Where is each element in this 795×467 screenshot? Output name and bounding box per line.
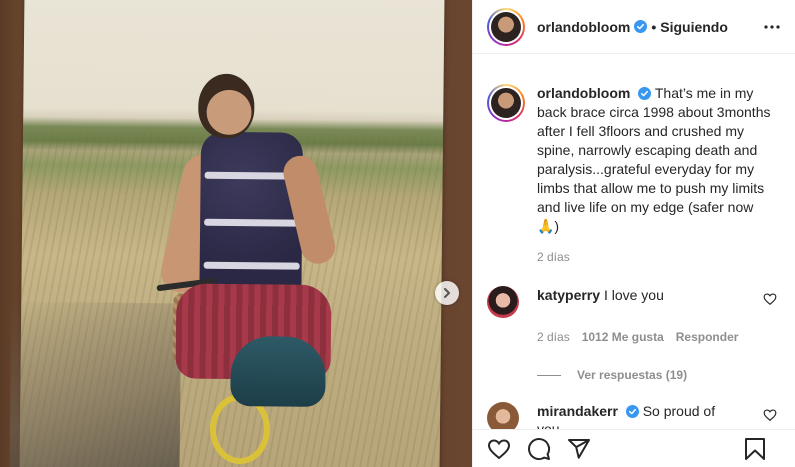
- next-photo-button[interactable]: [435, 281, 459, 305]
- share-button[interactable]: [567, 437, 591, 461]
- caption-text: That’s me in my back brace circa 1998 ab…: [537, 85, 771, 234]
- commenter-avatar[interactable]: [487, 286, 519, 318]
- photo-road: [9, 301, 182, 467]
- commenter-avatar[interactable]: [487, 402, 519, 429]
- caption-username[interactable]: orlandobloom: [537, 85, 630, 101]
- save-button[interactable]: [743, 437, 767, 461]
- post-photo: [0, 0, 472, 467]
- comment-body: katyperry I love you: [537, 286, 737, 318]
- comment-meta: 2 días 1012 Me gusta Responder: [537, 330, 781, 344]
- more-options-button[interactable]: [761, 16, 783, 38]
- post-side-panel: orlandobloom • Siguiendo orlandobloom Th…: [472, 0, 795, 467]
- caption-timestamp[interactable]: 2 días: [537, 250, 781, 264]
- caption-author-avatar[interactable]: [487, 84, 525, 122]
- brace-strap: [204, 218, 301, 227]
- caption-text-block: orlandobloom That’s me in my back brace …: [537, 84, 777, 236]
- heart-outline-icon[interactable]: [763, 408, 777, 422]
- commenter-username[interactable]: katyperry: [537, 287, 600, 303]
- bike-seat-cloth: [230, 335, 326, 407]
- chevron-right-icon: [444, 288, 450, 298]
- comment-text: I love you: [603, 287, 664, 303]
- brace-strap: [203, 261, 300, 270]
- comment-body: mirandakerr So proud of you ❤: [537, 402, 737, 429]
- bookmark-icon: [745, 438, 765, 460]
- instagram-post-viewer: orlandobloom • Siguiendo orlandobloom Th…: [0, 0, 795, 467]
- verified-badge-icon: [634, 20, 648, 33]
- post-header: orlandobloom • Siguiendo: [473, 0, 795, 54]
- reply-button[interactable]: Responder: [676, 330, 739, 344]
- following-button[interactable]: Siguiendo: [660, 19, 728, 35]
- avatar-photo: [491, 88, 521, 118]
- comments-list[interactable]: orlandobloom That’s me in my back brace …: [473, 54, 795, 429]
- verified-badge-icon: [638, 87, 652, 100]
- commenter-username[interactable]: mirandakerr: [537, 403, 618, 419]
- comment-item: katyperry I love you: [487, 286, 781, 318]
- view-replies-label: Ver respuestas (19): [577, 368, 688, 382]
- separator-dot: •: [651, 18, 657, 35]
- post-caption: orlandobloom That’s me in my back brace …: [487, 54, 781, 236]
- view-replies-button[interactable]: Ver respuestas (19): [537, 368, 781, 382]
- verified-badge-icon: [625, 405, 639, 418]
- like-button[interactable]: [487, 437, 511, 461]
- author-avatar[interactable]: [487, 7, 525, 46]
- person-head: [198, 73, 255, 139]
- more-options-icon: [764, 25, 780, 29]
- heart-outline-icon: [487, 438, 511, 459]
- comment-button[interactable]: [527, 437, 551, 461]
- replies-divider: [537, 374, 561, 376]
- heart-outline-icon[interactable]: [763, 292, 777, 306]
- paper-plane-icon: [568, 438, 590, 459]
- author-username[interactable]: orlandobloom: [537, 19, 630, 35]
- comment-bubble-icon: [528, 437, 551, 460]
- post-actions-bar: [473, 429, 795, 467]
- photo-print: [9, 0, 445, 467]
- avatar-photo: [491, 11, 521, 42]
- comment-item: mirandakerr So proud of you ❤: [487, 402, 781, 429]
- comment-likes[interactable]: 1012 Me gusta: [582, 330, 664, 344]
- comment-timestamp[interactable]: 2 días: [537, 330, 570, 344]
